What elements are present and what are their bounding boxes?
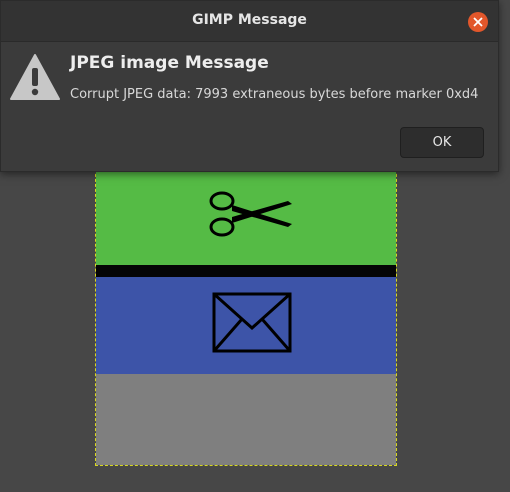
warning-icon [10,54,60,100]
close-button[interactable] [468,12,488,32]
black-divider [96,265,396,277]
dialog-title: GIMP Message [192,12,307,28]
message-dialog: GIMP Message JPEG image Message Corrupt … [0,0,499,172]
scissors-icon [209,191,292,237]
ok-button[interactable]: OK [400,127,484,158]
message-heading: JPEG image Message [70,53,269,73]
envelope-icon [212,292,292,353]
image-layer[interactable] [95,149,397,466]
message-body: Corrupt JPEG data: 7993 extraneous bytes… [70,87,479,102]
gray-band [96,374,396,465]
close-icon [473,17,483,27]
dialog-titlebar[interactable]: GIMP Message [1,1,498,42]
